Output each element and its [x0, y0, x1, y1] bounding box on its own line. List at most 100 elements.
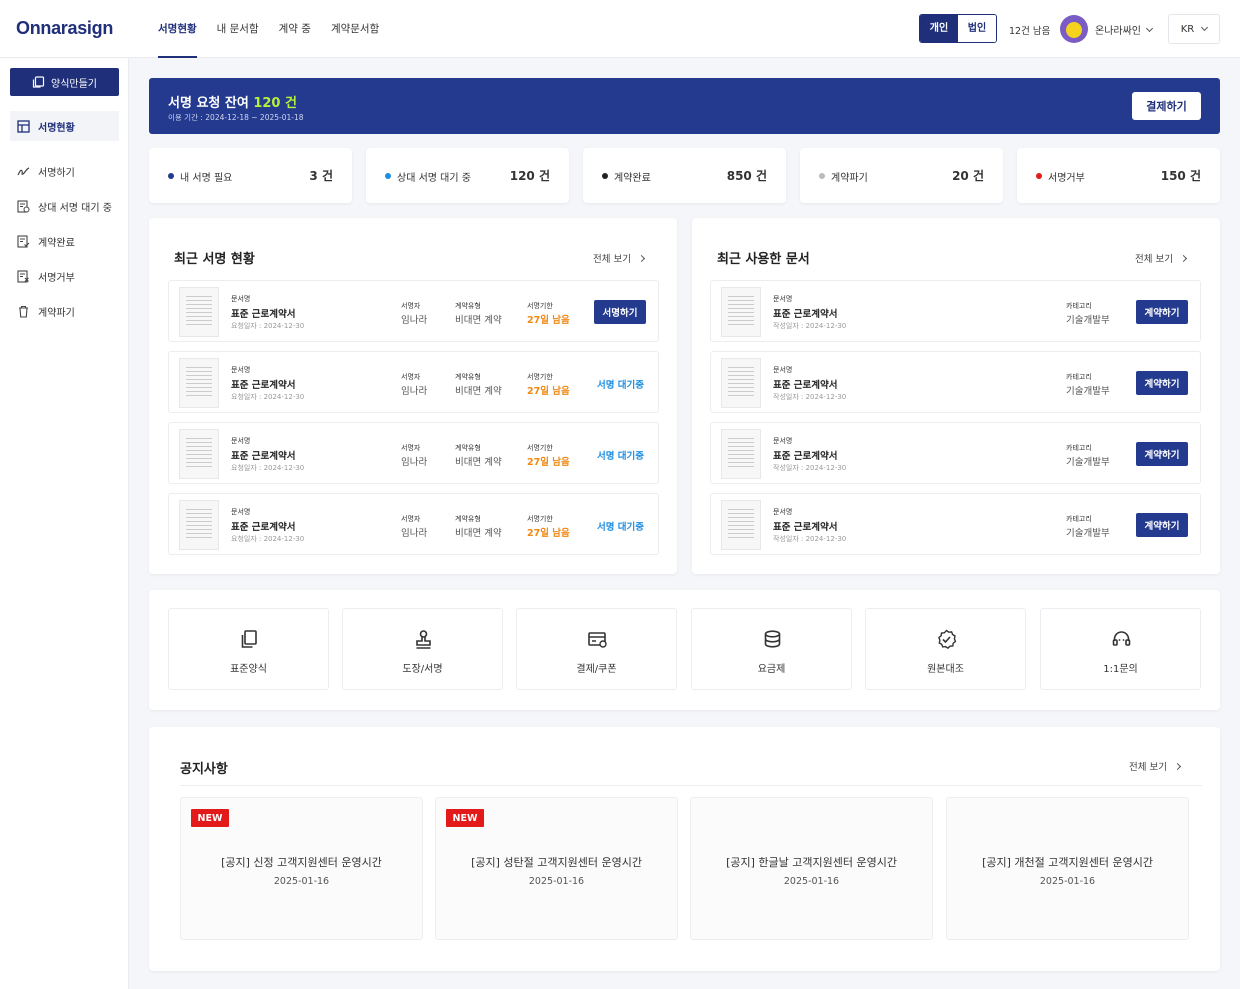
sidebar-item-rejected[interactable]: 서명거부	[10, 261, 119, 291]
doc-caption: 문서명	[773, 366, 793, 374]
tab-contract-documents[interactable]: 계약문서함	[331, 0, 379, 58]
document-clock-icon	[17, 199, 30, 213]
waiting-status-link[interactable]: 서명 대기중	[597, 377, 644, 391]
table-row[interactable]: 문서명 표준 근로계약서 작성일자 : 2024-12-30 카테고리 기술개발…	[710, 493, 1201, 555]
category-caption: 카테고리	[1066, 302, 1092, 310]
stat-waiting[interactable]: 상대 서명 대기 중 120 건	[366, 148, 569, 203]
quick-verify-original[interactable]: 원본대조	[865, 608, 1026, 690]
document-thumbnail	[179, 500, 219, 550]
language-label: KR	[1180, 23, 1195, 35]
quick-payment-coupon[interactable]: 결제/쿠폰	[516, 608, 677, 690]
type-caption: 계약유형	[455, 444, 481, 452]
divider	[180, 785, 1202, 786]
doc-name: 표준 근로계약서	[773, 380, 838, 391]
doc-caption: 문서명	[231, 437, 251, 445]
doc-name: 표준 근로계약서	[773, 522, 838, 533]
notice-card[interactable]: [공지] 개천절 고객지원센터 운영시간 2025-01-16	[946, 797, 1189, 940]
brand-logo[interactable]: Onnarasign	[16, 18, 113, 39]
make-template-button[interactable]: 양식만들기	[10, 68, 119, 96]
doc-date: 작성일자 : 2024-12-30	[773, 535, 847, 543]
notice-card[interactable]: NEW [공지] 성탄절 고객지원센터 운영시간 2025-01-16	[435, 797, 678, 940]
panel-title: 공지사항	[180, 762, 228, 777]
waiting-status-link[interactable]: 서명 대기중	[597, 519, 644, 533]
notice-card[interactable]: [공지] 한글날 고객지원센터 운영시간 2025-01-16	[690, 797, 933, 940]
quick-standard-form[interactable]: 표준양식	[168, 608, 329, 690]
doc-date: 작성일자 : 2024-12-30	[773, 464, 847, 472]
quick-label: 결제/쿠폰	[576, 664, 617, 675]
signer-name: 임나라	[401, 386, 428, 397]
document-thumbnail	[721, 500, 761, 550]
waiting-status-link[interactable]: 서명 대기중	[597, 448, 644, 462]
signer-caption: 서명자	[401, 373, 421, 381]
user-menu[interactable]: 온나라싸인	[1095, 22, 1154, 37]
avatar[interactable]	[1060, 15, 1088, 43]
notice-title: [공지] 개천절 고객지원센터 운영시간	[982, 856, 1153, 869]
doc-name: 표준 근로계약서	[231, 309, 296, 320]
contract-button[interactable]: 계약하기	[1136, 371, 1188, 395]
tab-my-documents[interactable]: 내 문서함	[217, 0, 259, 58]
quick-pricing[interactable]: 요금제	[691, 608, 852, 690]
contract-button[interactable]: 계약하기	[1136, 300, 1188, 324]
quick-stamp-sign[interactable]: 도장/서명	[342, 608, 503, 690]
sidebar-item-label: 계약완료	[38, 237, 75, 249]
contract-button[interactable]: 계약하기	[1136, 442, 1188, 466]
view-all-link[interactable]: 전체 보기	[1135, 251, 1188, 265]
quick-label: 원본대조	[927, 664, 964, 675]
type-caption: 계약유형	[455, 373, 481, 381]
doc-name: 표준 근로계약서	[231, 451, 296, 462]
personal-toggle[interactable]: 개인	[920, 15, 958, 42]
status-dot	[385, 173, 391, 179]
stat-my-sign-needed[interactable]: 내 서명 필요 3 건	[149, 148, 352, 203]
contract-type: 비대면 계약	[455, 386, 502, 397]
contract-type: 비대면 계약	[455, 315, 502, 326]
table-row[interactable]: 문서명 표준 근로계약서 요청일자 : 2024-12-30 서명자 임나라 계…	[168, 351, 659, 413]
doc-caption: 문서명	[773, 437, 793, 445]
sidebar-item-terminated[interactable]: 계약파기	[10, 296, 119, 326]
table-row[interactable]: 문서명 표준 근로계약서 요청일자 : 2024-12-30 서명자 임나라 계…	[168, 422, 659, 484]
corporate-toggle[interactable]: 법인	[958, 15, 996, 42]
sign-button[interactable]: 서명하기	[594, 300, 646, 324]
doc-caption: 문서명	[231, 508, 251, 516]
make-template-label: 양식만들기	[51, 78, 97, 90]
language-select[interactable]: KR	[1168, 14, 1220, 44]
banner-remaining-count: 120 건	[253, 96, 297, 111]
tab-sign-status[interactable]: 서명현황	[158, 0, 197, 58]
notice-title: [공지] 신정 고객지원센터 운영시간	[221, 856, 382, 869]
view-all-link[interactable]: 전체 보기	[1129, 759, 1182, 773]
quick-label: 1:1문의	[1103, 664, 1138, 675]
table-row[interactable]: 문서명 표준 근로계약서 작성일자 : 2024-12-30 카테고리 기술개발…	[710, 351, 1201, 413]
copy-icon	[241, 630, 257, 648]
category-caption: 카테고리	[1066, 373, 1092, 381]
table-row[interactable]: 문서명 표준 근로계약서 요청일자 : 2024-12-30 서명자 임나라 계…	[168, 280, 659, 342]
stat-value: 20 건	[952, 169, 984, 183]
contract-button[interactable]: 계약하기	[1136, 513, 1188, 537]
quick-inquiry[interactable]: 1:1문의	[1040, 608, 1201, 690]
table-row[interactable]: 문서명 표준 근로계약서 작성일자 : 2024-12-30 카테고리 기술개발…	[710, 422, 1201, 484]
pay-button[interactable]: 결제하기	[1132, 92, 1201, 120]
signer-name: 임나라	[401, 457, 428, 468]
type-caption: 계약유형	[455, 302, 481, 310]
table-row[interactable]: 문서명 표준 근로계약서 요청일자 : 2024-12-30 서명자 임나라 계…	[168, 493, 659, 555]
sidebar-item-completed[interactable]: 계약완료	[10, 226, 119, 256]
stat-terminated[interactable]: 계약파기 20 건	[800, 148, 1003, 203]
sidebar-item-waiting[interactable]: 상대 서명 대기 중	[10, 191, 119, 221]
view-all-link[interactable]: 전체 보기	[593, 251, 646, 265]
document-thumbnail	[179, 429, 219, 479]
status-dot	[602, 173, 608, 179]
sidebar-item-sign[interactable]: 서명하기	[10, 156, 119, 186]
sidebar-item-sign-status[interactable]: 서명현황	[10, 111, 119, 141]
stat-label: 내 서명 필요	[180, 173, 233, 184]
panel-title: 최근 사용한 문서	[717, 252, 810, 267]
table-row[interactable]: 문서명 표준 근로계약서 작성일자 : 2024-12-30 카테고리 기술개발…	[710, 280, 1201, 342]
doc-date: 요청일자 : 2024-12-30	[231, 464, 305, 472]
sidebar: 양식만들기 서명현황 서명하기 상대 서명 대기 중 계약완료 서명거부 계약파…	[0, 58, 129, 989]
tab-in-contract[interactable]: 계약 중	[279, 0, 311, 58]
stat-completed[interactable]: 계약완료 850 건	[583, 148, 786, 203]
stat-rejected[interactable]: 서명거부 150 건	[1017, 148, 1220, 203]
chevron-right-icon	[1179, 254, 1188, 262]
deadline: 27일 남음	[527, 457, 570, 468]
chevron-right-icon	[1173, 762, 1182, 770]
copy-icon	[32, 75, 45, 88]
doc-date: 작성일자 : 2024-12-30	[773, 322, 847, 330]
notice-card[interactable]: NEW [공지] 신정 고객지원센터 운영시간 2025-01-16	[180, 797, 423, 940]
